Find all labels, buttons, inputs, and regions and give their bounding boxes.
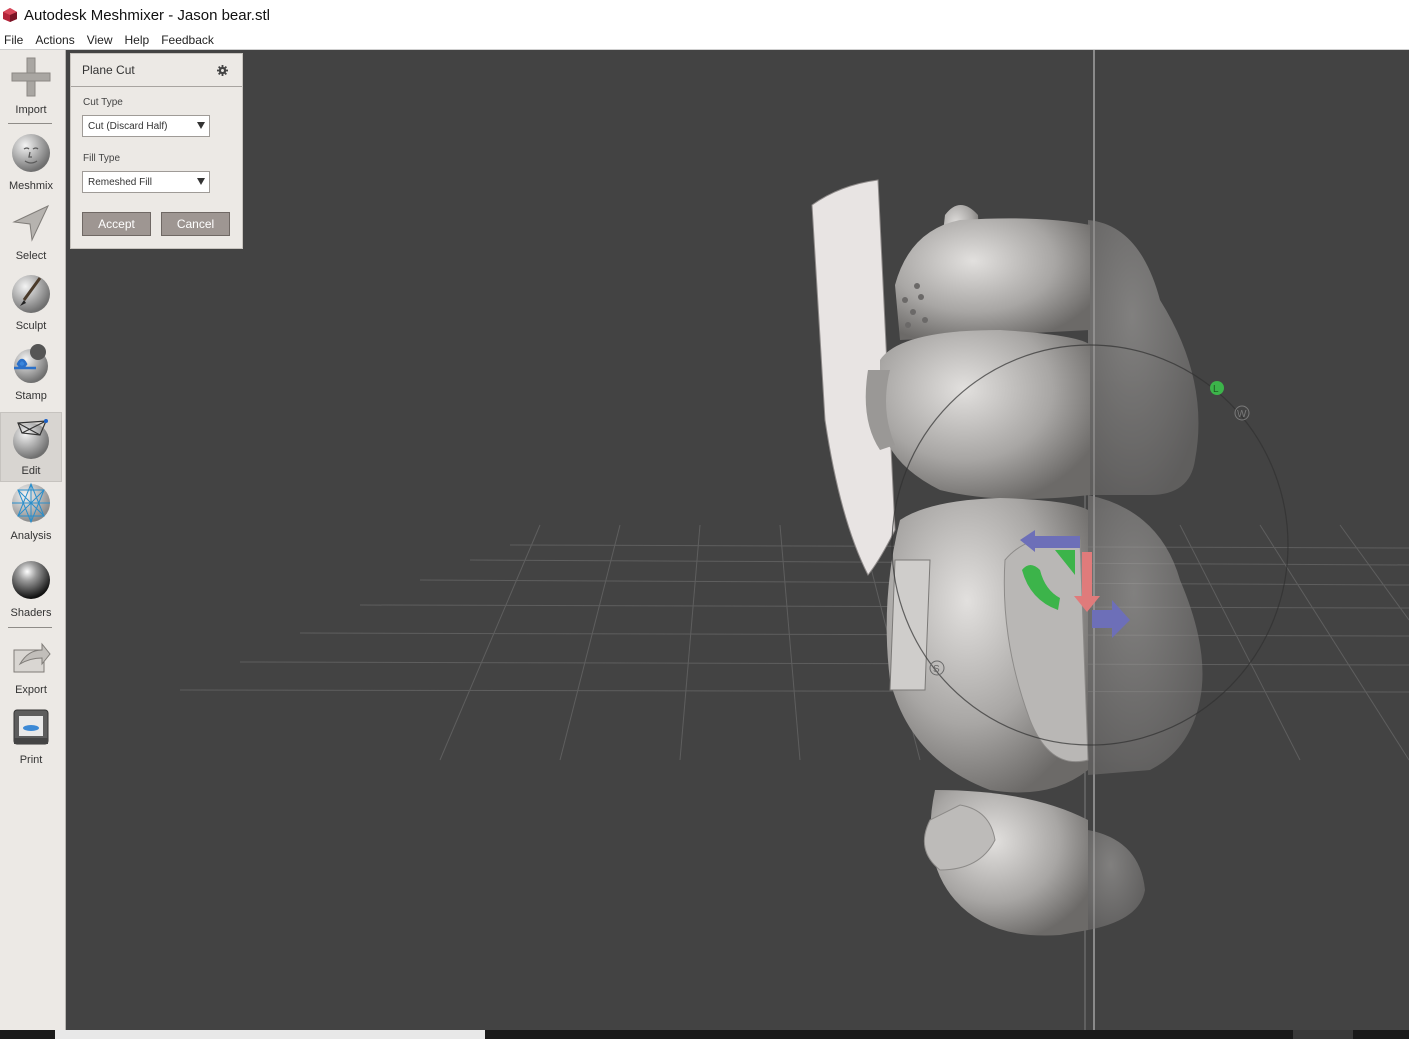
tool-shaders-label: Shaders: [10, 607, 52, 619]
panel-header: Plane Cut: [71, 54, 242, 87]
window-title: Autodesk Meshmixer - Jason bear.stl: [24, 6, 270, 24]
meshmixer-logo-icon: [3, 8, 17, 22]
gizmo-handle-s-label: S: [933, 664, 940, 675]
menu-file[interactable]: File: [0, 33, 31, 47]
printer-icon: [13, 709, 49, 745]
tool-import[interactable]: Import: [0, 52, 62, 120]
floor-grid: [179, 524, 1409, 761]
gear-icon[interactable]: [217, 65, 228, 76]
menu-view[interactable]: View: [83, 33, 121, 47]
tool-stamp-label: Stamp: [15, 390, 47, 402]
select-arrow-icon: [12, 204, 50, 242]
fill-type-dropdown[interactable]: Remeshed Fill: [82, 171, 210, 193]
tool-select[interactable]: Select: [0, 198, 62, 266]
tool-shaders[interactable]: Shaders: [0, 555, 62, 623]
cut-type-value: Cut (Discard Half): [88, 121, 168, 132]
menu-help[interactable]: Help: [121, 33, 158, 47]
title-bar: Autodesk Meshmixer - Jason bear.stl: [0, 0, 1409, 30]
fill-type-value: Remeshed Fill: [88, 177, 152, 188]
gizmo-handle-l-label: L: [1213, 384, 1219, 395]
accept-button[interactable]: Accept: [82, 212, 151, 236]
cut-type-label: Cut Type: [83, 97, 123, 108]
menu-bar: File Actions View Help Feedback: [0, 30, 1409, 50]
tool-export-label: Export: [15, 684, 47, 696]
sculpt-brush-icon: [12, 275, 50, 313]
tool-import-label: Import: [15, 104, 47, 116]
stamp-icon: [14, 344, 48, 383]
discarded-half-mesh: [1088, 220, 1203, 930]
tool-edit[interactable]: Edit: [0, 412, 62, 482]
tool-select-label: Select: [15, 250, 47, 262]
chevron-down-icon: [197, 178, 205, 185]
bear-mesh: [865, 205, 1090, 936]
shaders-sphere-icon: [12, 561, 50, 599]
tool-meshmix[interactable]: Meshmix: [0, 128, 62, 196]
fill-type-label: Fill Type: [83, 153, 121, 164]
toolbar-divider: [8, 627, 52, 628]
left-toolbar: Import Meshmix Select Sculpt Stamp Edit …: [0, 50, 66, 1030]
menu-actions[interactable]: Actions: [31, 33, 82, 47]
tool-sculpt-label: Sculpt: [15, 320, 47, 332]
tool-analysis[interactable]: Analysis: [0, 478, 62, 546]
gizmo-handle-w-label: W: [1237, 409, 1247, 420]
chevron-down-icon: [197, 122, 205, 129]
tool-print-label: Print: [19, 754, 43, 766]
tool-analysis-label: Analysis: [10, 530, 52, 542]
scene-canvas[interactable]: L W S: [66, 50, 1409, 1030]
meshmix-face-icon: [12, 134, 50, 172]
horizontal-scrollbar[interactable]: [55, 1030, 485, 1039]
tool-meshmix-label: Meshmix: [8, 180, 53, 192]
bottom-bar-segment: [1293, 1030, 1353, 1039]
tool-export[interactable]: Export: [0, 632, 62, 700]
toolbar-divider: [8, 123, 52, 124]
tool-stamp[interactable]: Stamp: [0, 338, 62, 406]
panel-title: Plane Cut: [82, 63, 135, 77]
cancel-button[interactable]: Cancel: [161, 212, 230, 236]
3d-viewport[interactable]: L W S: [66, 50, 1409, 1030]
cut-type-dropdown[interactable]: Cut (Discard Half): [82, 115, 210, 137]
plane-cut-panel: Plane Cut Cut Type Cut (Discard Half) Fi…: [70, 53, 243, 249]
edit-wireframe-icon: [13, 419, 49, 459]
tool-sculpt[interactable]: Sculpt: [0, 268, 62, 336]
export-icon: [13, 642, 51, 673]
plus-icon: [11, 57, 51, 97]
tool-print[interactable]: Print: [0, 702, 62, 770]
menu-feedback[interactable]: Feedback: [157, 33, 222, 47]
analysis-sphere-icon: [12, 482, 50, 524]
